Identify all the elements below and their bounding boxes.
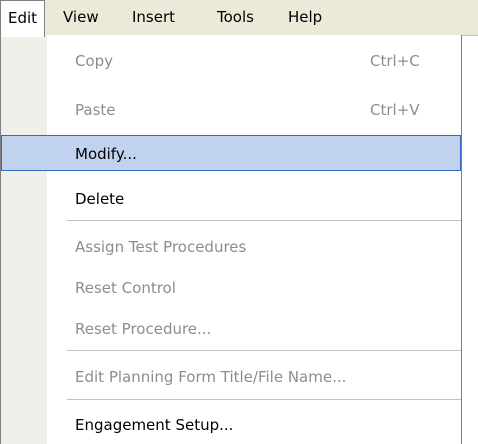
- menu-help[interactable]: Help: [288, 0, 322, 35]
- menu-item-shortcut: Ctrl+C: [370, 52, 420, 70]
- menu-tools[interactable]: Tools: [217, 0, 254, 35]
- menu-item-edit-planning-form-title[interactable]: Edit Planning Form Title/File Name...: [1, 359, 461, 395]
- menu-item-engagement-setup[interactable]: Engagement Setup...: [1, 407, 461, 443]
- menu-item-label: Reset Control: [75, 279, 176, 297]
- menu-item-assign-test-procedures[interactable]: Assign Test Procedures: [1, 229, 461, 265]
- menu-item-reset-control[interactable]: Reset Control: [1, 270, 461, 306]
- menu-item-modify[interactable]: Modify...: [1, 135, 461, 171]
- menu-item-label: Edit Planning Form Title/File Name...: [75, 368, 347, 386]
- menu-separator: [67, 220, 461, 221]
- menu-item-label: Assign Test Procedures: [75, 238, 247, 256]
- menu-separator: [67, 399, 461, 400]
- menu-view[interactable]: View: [63, 0, 99, 35]
- menu-separator: [67, 350, 461, 351]
- menu-insert[interactable]: Insert: [132, 0, 175, 35]
- app-window: Edit View Insert Tools Help Copy Ctrl+C …: [0, 0, 478, 444]
- menu-bar: Edit View Insert Tools Help: [0, 0, 478, 37]
- menu-item-paste[interactable]: Paste Ctrl+V: [1, 92, 461, 128]
- menu-item-label: Delete: [75, 190, 125, 208]
- menu-item-shortcut: Ctrl+V: [370, 101, 420, 119]
- menu-item-delete[interactable]: Delete: [1, 181, 461, 217]
- menu-item-reset-procedure[interactable]: Reset Procedure...: [1, 311, 461, 347]
- menu-item-label: Engagement Setup...: [75, 416, 234, 434]
- menu-item-copy[interactable]: Copy Ctrl+C: [1, 43, 461, 79]
- menu-item-label: Reset Procedure...: [75, 320, 212, 338]
- menu-edit[interactable]: Edit: [0, 0, 45, 37]
- menu-item-label: Paste: [75, 101, 116, 119]
- menu-item-label: Copy: [75, 52, 114, 70]
- edit-menu-dropdown: Copy Ctrl+C Paste Ctrl+V Modify... Delet…: [0, 35, 462, 444]
- menu-item-label: Modify...: [75, 145, 137, 163]
